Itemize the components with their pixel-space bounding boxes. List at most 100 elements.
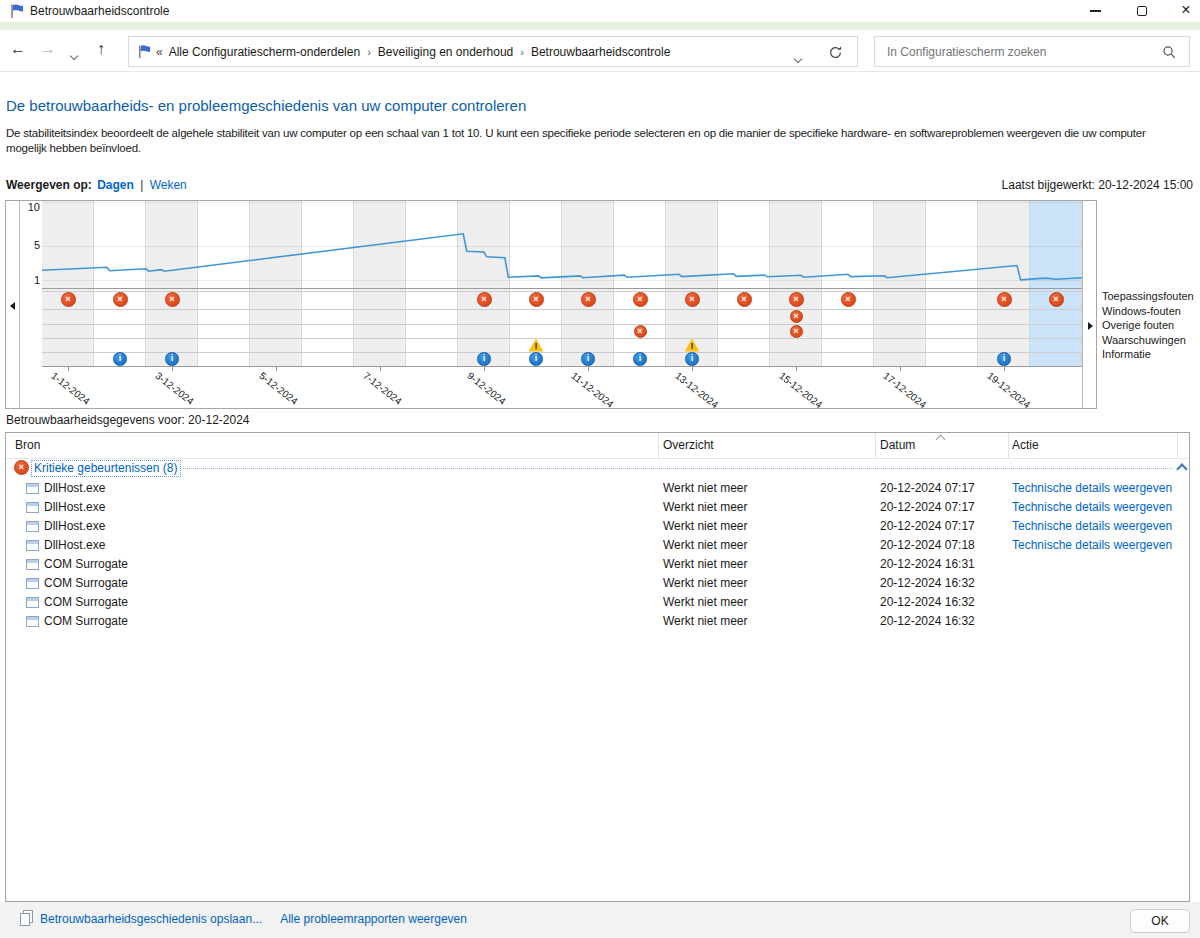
column-header-bron[interactable]: Bron (15, 438, 40, 452)
address-bar[interactable]: « Alle Configuratiescherm-onderdelen › Beve… (128, 36, 858, 67)
chart-scroll-right-icon[interactable] (1088, 322, 1093, 330)
collapse-group-icon[interactable] (1176, 463, 1187, 474)
table-row[interactable]: COM SurrogateWerkt niet meer20-12-2024 1… (6, 555, 1189, 574)
table-row[interactable]: COM SurrogateWerkt niet meer20-12-2024 1… (6, 593, 1189, 612)
x-axis-tick (796, 366, 797, 371)
forward-button[interactable]: → (40, 40, 56, 58)
table-row[interactable]: DllHost.exeWerkt niet meer20-12-2024 07:… (6, 536, 1189, 555)
x-axis-tick (1004, 366, 1005, 371)
view-days-link[interactable]: Dagen (97, 178, 134, 192)
warning-icon: ! (529, 339, 544, 352)
application-error-icon: × (737, 292, 752, 307)
footer-bar: Betrouwbaarheidsgeschiedenis opslaan... … (0, 902, 1200, 938)
table-row[interactable]: COM SurrogateWerkt niet meer20-12-2024 1… (6, 574, 1189, 593)
info-icon: i (685, 352, 699, 366)
cell-summary: Werkt niet meer (663, 481, 747, 495)
x-axis-tick (484, 366, 485, 371)
x-axis-label: 7-12-2024 (361, 370, 404, 407)
breadcrumb-item[interactable]: Beveiliging en onderhoud (378, 45, 513, 59)
table-row[interactable]: DllHost.exeWerkt niet meer20-12-2024 07:… (6, 517, 1189, 536)
chart-right-divider (1082, 201, 1083, 408)
cell-source: COM Surrogate (44, 576, 128, 590)
column-separator (1177, 433, 1178, 458)
address-dropdown-chevron[interactable] (795, 48, 801, 66)
cell-date: 20-12-2024 07:17 (880, 500, 975, 514)
row-gridline (42, 352, 1082, 353)
group-label[interactable]: Kritieke gebeurtenissen (8) (31, 460, 181, 477)
application-icon (26, 597, 39, 608)
x-axis-tick (276, 366, 277, 371)
application-error-icon: × (113, 292, 128, 307)
save-history-link[interactable]: Betrouwbaarheidsgeschiedenis opslaan... (40, 912, 262, 926)
navigation-toolbar: ← → ↑ « Alle Configuratiescherm-onderdele… (0, 30, 1200, 72)
window: Betrouwbaarheidscontrole × ← → ↑ « Alle C… (0, 0, 1200, 938)
cell-source: DllHost.exe (44, 538, 105, 552)
chart-scroll-left-strip[interactable] (6, 201, 20, 408)
search-icon[interactable] (1162, 45, 1177, 60)
application-icon (26, 540, 39, 551)
column-header-actie[interactable]: Actie (1012, 438, 1039, 452)
table-row[interactable]: DllHost.exeWerkt niet meer20-12-2024 07:… (6, 479, 1189, 498)
technical-details-link[interactable]: Technische details weergeven (1012, 538, 1172, 552)
table-row[interactable]: COM Surrogate Werkt niet meer 20-12-2024 1… (6, 612, 1189, 631)
cell-source: DllHost.exe (44, 500, 105, 514)
maximize-button[interactable] (1124, 0, 1160, 22)
ok-button[interactable]: OK (1130, 909, 1190, 933)
recent-pages-chevron[interactable] (71, 45, 77, 63)
cell-date: 20-12-2024 07:18 (880, 538, 975, 552)
cell-summary: Werkt niet meer (663, 614, 747, 628)
row-gridline (42, 309, 1082, 310)
view-separator: | (140, 178, 143, 192)
info-icon: i (997, 352, 1011, 366)
legend-item: Toepassingsfouten (1102, 289, 1194, 304)
application-icon (26, 502, 39, 513)
back-button[interactable]: ← (10, 40, 26, 58)
breadcrumb-item[interactable]: Betrouwbaarheidscontrole (531, 45, 670, 59)
column-separator (875, 433, 876, 458)
cell-summary: Werkt niet meer (663, 576, 747, 590)
info-icon: i (165, 352, 179, 366)
close-button[interactable]: × (1168, 0, 1200, 22)
breadcrumb-separator: › (520, 46, 524, 58)
y-axis-label: 5 (19, 238, 40, 252)
view-switcher: Weergeven op: Dagen | Weken (6, 178, 187, 192)
view-all-reports-link[interactable]: Alle probleemrapporten weergeven (280, 912, 467, 926)
up-button[interactable]: ↑ (97, 40, 105, 58)
application-error-icon: × (997, 292, 1012, 307)
breadcrumb-overflow[interactable]: « (156, 45, 163, 59)
x-axis-label: 13-12-2024 (673, 370, 720, 410)
application-error-icon: × (165, 292, 180, 307)
column-header-overzicht[interactable]: Overzicht (663, 438, 714, 452)
column-separator (1008, 433, 1009, 458)
column-header-datum[interactable]: Datum (880, 438, 915, 452)
cell-date: 20-12-2024 07:17 (880, 519, 975, 533)
application-error-icon: × (1049, 292, 1064, 307)
row-gridline (42, 324, 1082, 325)
minimize-button[interactable] (1078, 0, 1114, 22)
refresh-icon[interactable] (828, 45, 843, 60)
cell-date: 20-12-2024 16:31 (880, 557, 975, 571)
legend-item: Overige fouten (1102, 318, 1194, 333)
x-axis-tick (172, 366, 173, 371)
x-axis-tick (380, 366, 381, 371)
cell-date: 20-12-2024 16:32 (880, 614, 975, 628)
page-description: De stabiliteitsindex beoordeelt de algeh… (6, 126, 1166, 156)
view-weeks-link[interactable]: Weken (150, 178, 187, 192)
cell-source: COM Surrogate (44, 614, 128, 628)
chart-scroll-left-icon[interactable] (10, 302, 15, 310)
technical-details-link[interactable]: Technische details weergeven (1012, 519, 1172, 533)
breadcrumb-item[interactable]: Alle Configuratiescherm-onderdelen (169, 45, 360, 59)
cell-date: 20-12-2024 16:32 (880, 595, 975, 609)
group-row-critical-events[interactable]: × Kritieke gebeurtenissen (8) (6, 459, 1189, 478)
table-row[interactable]: DllHost.exeWerkt niet meer20-12-2024 07:… (6, 498, 1189, 517)
x-axis-label: 9-12-2024 (465, 370, 508, 407)
application-icon (26, 616, 39, 627)
search-box[interactable]: In Configuratiescherm zoeken (874, 36, 1190, 67)
application-icon (26, 559, 39, 570)
x-axis-label: 1-12-2024 (49, 370, 92, 407)
technical-details-link[interactable]: Technische details weergeven (1012, 481, 1172, 495)
application-error-icon: × (477, 292, 492, 307)
technical-details-link[interactable]: Technische details weergeven (1012, 500, 1172, 514)
x-axis-label: 3-12-2024 (153, 370, 196, 407)
x-axis-label: 17-12-2024 (881, 370, 928, 410)
